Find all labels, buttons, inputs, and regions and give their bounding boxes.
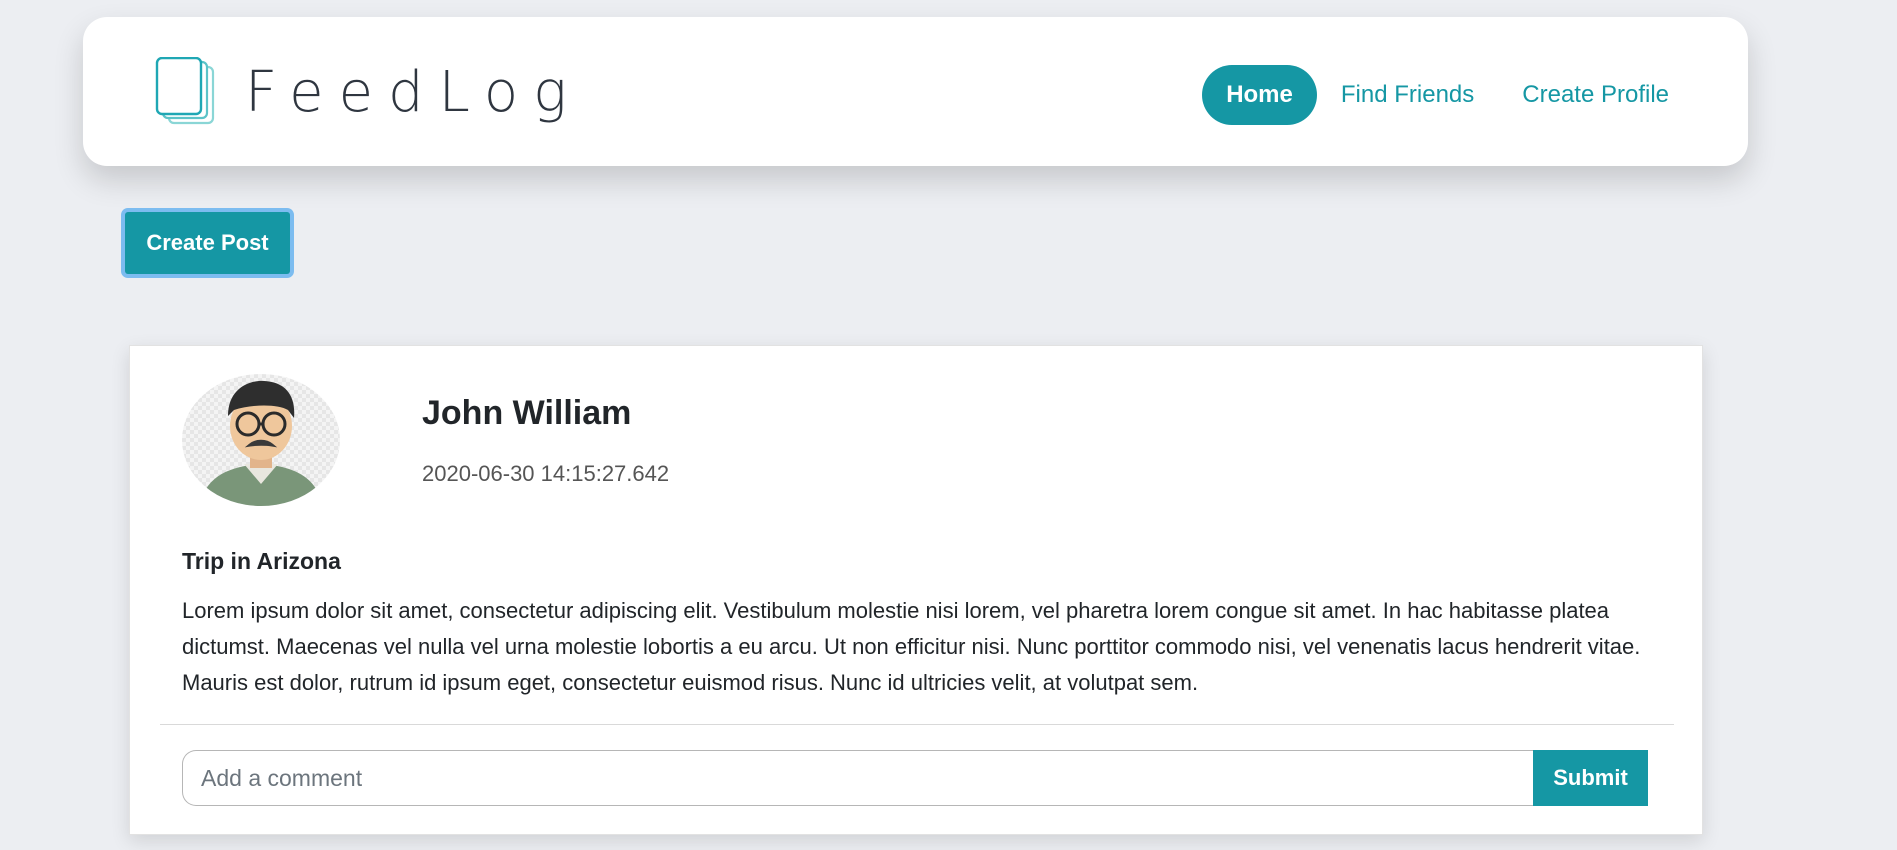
nav-links: Home Find Friends Create Profile [1202, 65, 1693, 125]
comment-form: Submit [182, 750, 1648, 806]
post-body: Lorem ipsum dolor sit amet, consectetur … [182, 598, 1641, 695]
post-card: John William 2020-06-30 14:15:27.642 Tri… [129, 345, 1703, 835]
brand-name: FeedLog [245, 59, 582, 125]
avatar[interactable] [182, 374, 340, 506]
nav-home[interactable]: Home [1202, 65, 1317, 125]
comment-input[interactable] [182, 750, 1533, 806]
post-title: Trip in Arizona [182, 548, 341, 574]
submit-comment-button[interactable]: Submit [1533, 750, 1648, 806]
nav-find-friends[interactable]: Find Friends [1317, 65, 1498, 125]
stacked-pages-icon [155, 56, 217, 127]
nav-create-profile[interactable]: Create Profile [1498, 65, 1693, 125]
create-post-button[interactable]: Create Post [125, 212, 290, 274]
post-author[interactable]: John William [422, 394, 631, 433]
post-timestamp: 2020-06-30 14:15:27.642 [422, 461, 670, 486]
top-navbar: FeedLog Home Find Friends Create Profile [83, 17, 1748, 166]
divider [160, 724, 1674, 725]
brand[interactable]: FeedLog [155, 56, 582, 127]
